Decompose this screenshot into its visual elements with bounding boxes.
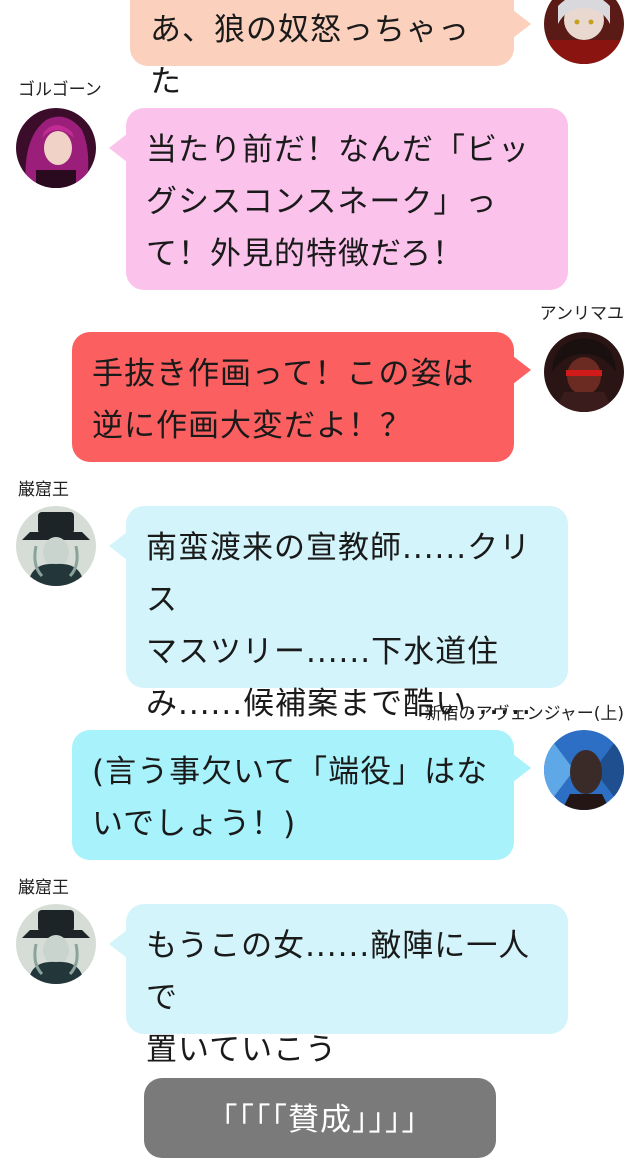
- bubble-tail: [513, 10, 531, 38]
- avatar-angra-mainyu[interactable]: [544, 332, 624, 412]
- message-text: 南蛮渡来の宣教師......クリス: [146, 530, 532, 618]
- chat-bubble: 南蛮渡来の宣教師......クリス マスツリー......下水道住 み.....…: [126, 506, 568, 722]
- speaker-name: 巌窟王: [18, 480, 69, 500]
- message-text: て！外見的特徴だろ！: [146, 236, 465, 272]
- message-text: 手抜き作画って！この姿は: [92, 356, 475, 392]
- bubble-tail: [109, 532, 127, 560]
- avatar-edmond[interactable]: [16, 904, 96, 984]
- vote-banner: 「「「「賛成」」」」: [144, 1078, 496, 1158]
- speaker-name: 新宿のアヴェンジャー(上): [424, 704, 624, 724]
- bubble-tail: [109, 134, 127, 162]
- message-text: いでしょう！): [92, 806, 297, 842]
- message-text: マスツリー......下水道住: [146, 634, 500, 670]
- message-text: (言う事欠いて「端役」はな: [92, 754, 489, 790]
- chat-bubble: 手抜き作画って！この姿は 逆に作画大変だよ！？: [72, 332, 514, 462]
- avatar-gorgon[interactable]: [16, 108, 96, 188]
- avatar-shinjuku-avenger[interactable]: [544, 730, 624, 810]
- message-text: 置いていこう: [146, 1032, 338, 1068]
- chat-bubble: (言う事欠いて「端役」はな いでしょう！): [72, 730, 514, 860]
- avatar-edmond[interactable]: [16, 506, 96, 586]
- message-text: あ、狼の奴怒っちゃった: [150, 12, 470, 100]
- chat-bubble: 当たり前だ！なんだ「ビッ グシスコンスネーク」っ て！外見的特徴だろ！: [126, 108, 568, 290]
- bubble-tail: [513, 754, 531, 782]
- speaker-name: アンリマユ: [539, 304, 624, 324]
- speaker-name: ゴルゴーン: [18, 80, 102, 100]
- bubble-tail: [513, 356, 531, 384]
- bubble-tail: [109, 930, 127, 958]
- avatar-jeanne-alter[interactable]: [544, 0, 624, 64]
- message-text: グシスコンスネーク」っ: [146, 184, 498, 220]
- chat-bubble: もうこの女......敵陣に一人で 置いていこう: [126, 904, 568, 1068]
- chat-bubble: あ、狼の奴怒っちゃった: [130, 0, 514, 100]
- vote-text: 「「「「賛成」」」」: [206, 1102, 434, 1138]
- message-text: 逆に作画大変だよ！？: [92, 408, 412, 444]
- message-text: 当たり前だ！なんだ「ビッ: [146, 132, 530, 168]
- message-text: もうこの女......敵陣に一人で: [146, 928, 531, 1016]
- speaker-name: 巌窟王: [18, 878, 69, 898]
